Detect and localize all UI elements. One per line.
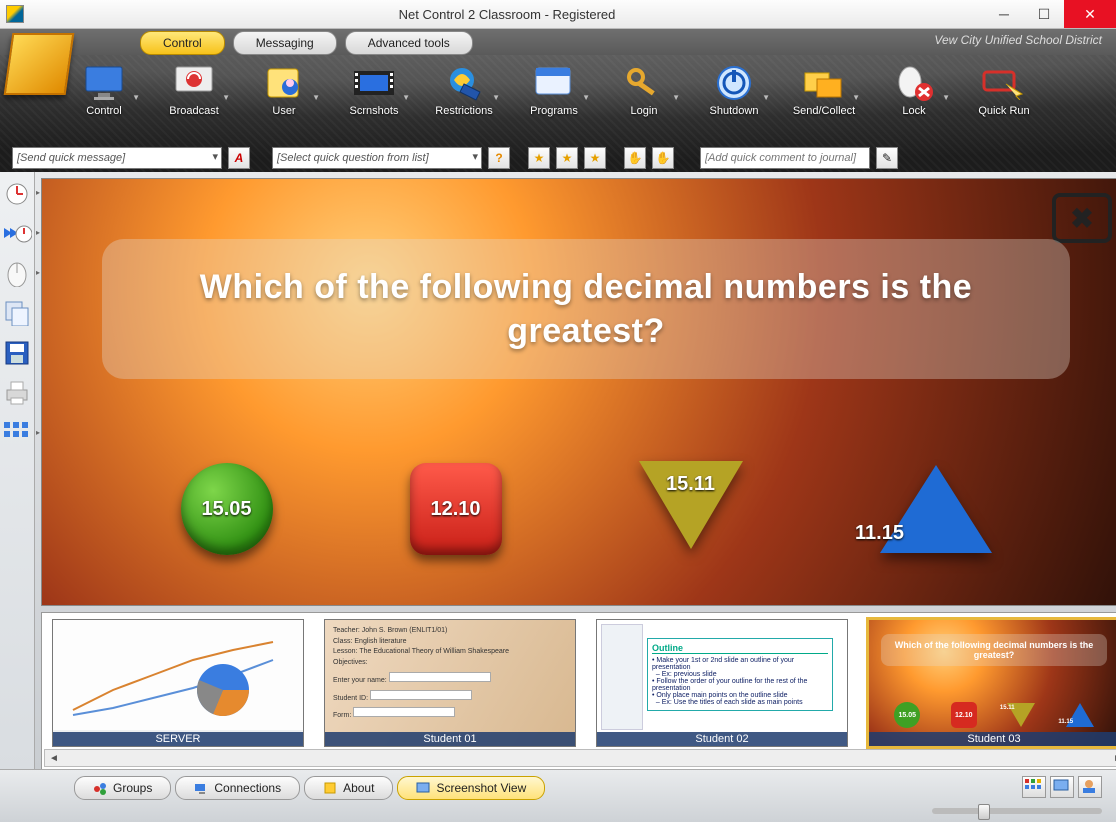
- tool-send-collect[interactable]: Send/Collect▼: [792, 63, 856, 117]
- user-icon: [262, 63, 306, 103]
- app-logo: [4, 33, 75, 95]
- screen-preview: ✖ Which of the following decimal numbers…: [41, 178, 1116, 606]
- tool-control[interactable]: Control▼: [72, 63, 136, 117]
- answer-d-triangle-up[interactable]: 11.15: [880, 465, 992, 553]
- side-save-icon[interactable]: [0, 338, 34, 368]
- answer-a-circle[interactable]: 15.05: [181, 463, 273, 555]
- quick-question-combo[interactable]: [Select quick question from list]: [272, 147, 482, 169]
- filmstrip-icon: [352, 63, 396, 103]
- side-fast-timer-icon[interactable]: ▸: [0, 218, 34, 248]
- side-print-icon[interactable]: [0, 378, 34, 408]
- broadcast-icon: [172, 63, 216, 103]
- side-toolbar: ▸ ▸ ▸ ▸: [0, 172, 35, 770]
- question-icon[interactable]: ?: [488, 147, 510, 169]
- side-copy-icon[interactable]: [0, 298, 34, 328]
- thumb-student-01[interactable]: Teacher: John S. Brown (ENLIT1/01) Class…: [324, 619, 576, 747]
- run-cursor-icon: [982, 63, 1026, 103]
- window-close-button[interactable]: ✕: [1064, 0, 1116, 28]
- answer-b-square[interactable]: 12.10: [410, 463, 502, 555]
- side-mouse-icon[interactable]: ▸: [0, 258, 34, 288]
- organization-name: Vew City Unified School District: [934, 33, 1102, 47]
- question-text: Which of the following decimal numbers i…: [102, 239, 1070, 379]
- tool-login[interactable]: Login▼: [612, 63, 676, 117]
- tool-user[interactable]: User▼: [252, 63, 316, 117]
- bottom-tab-groups[interactable]: Groups: [74, 776, 171, 800]
- bottom-bar: Groups Connections About Screenshot View: [0, 769, 1116, 822]
- tool-programs[interactable]: Programs▼: [522, 63, 586, 117]
- star-icon-3[interactable]: ★: [584, 147, 606, 169]
- window-minimize-button[interactable]: ─: [984, 0, 1024, 28]
- power-icon: [712, 63, 756, 103]
- screenshot-view-icon: [416, 781, 430, 795]
- star-icon-2[interactable]: ★: [556, 147, 578, 169]
- shield-ie-icon: [442, 63, 486, 103]
- journal-comment-input[interactable]: [700, 147, 870, 169]
- app-icon: [6, 5, 24, 23]
- zoom-slider[interactable]: [932, 808, 1102, 814]
- main-tabs: Control Messaging Advanced tools Vew Cit…: [0, 29, 1116, 55]
- thumb-label: Student 02: [597, 732, 847, 746]
- groups-icon: [93, 781, 107, 795]
- window-titlebar: Net Control 2 Classroom - Registered ─ ☐…: [0, 0, 1116, 29]
- answer-row: 15.05 12.10 15.11 11.15: [112, 461, 1060, 557]
- quick-bar: [Send quick message] A [Select quick que…: [12, 147, 1104, 169]
- thumb-label: SERVER: [53, 732, 303, 746]
- bottom-tab-about[interactable]: About: [304, 776, 393, 800]
- tab-advanced-tools[interactable]: Advanced tools: [345, 31, 473, 55]
- tool-screenshots[interactable]: Scrnshots▼: [342, 63, 406, 117]
- bottom-tab-screenshot-view[interactable]: Screenshot View: [397, 776, 545, 800]
- window-maximize-button[interactable]: ☐: [1024, 0, 1064, 28]
- tool-quick-run[interactable]: Quick Run: [972, 63, 1036, 117]
- quick-message-combo[interactable]: [Send quick message]: [12, 147, 222, 169]
- send-message-icon[interactable]: A: [228, 147, 250, 169]
- tool-restrictions[interactable]: Restrictions▼: [432, 63, 496, 117]
- slide-close-button[interactable]: ✖: [1052, 193, 1112, 243]
- mouse-lock-icon: [892, 63, 936, 103]
- connections-icon: [194, 781, 208, 795]
- window-title: Net Control 2 Classroom - Registered: [30, 7, 984, 22]
- view-mode-icon-2[interactable]: [1050, 776, 1074, 798]
- view-mode-icon-1[interactable]: [1022, 776, 1046, 798]
- thumbnail-scrollbar[interactable]: ◄►: [44, 749, 1116, 767]
- side-grid-icon[interactable]: ▸: [0, 418, 34, 448]
- window-icon: [532, 63, 576, 103]
- answer-c-triangle-down[interactable]: 15.11: [639, 461, 743, 557]
- view-mode-icon-3[interactable]: [1078, 776, 1102, 798]
- folders-icon: [802, 63, 846, 103]
- toolbar: Control▼ Broadcast▼ User▼ Scrnshots▼ Res…: [0, 55, 1116, 117]
- thumb-server[interactable]: SERVER: [52, 619, 304, 747]
- thumb-label: Student 01: [325, 732, 575, 746]
- pen-icon[interactable]: ✎: [876, 147, 898, 169]
- tab-messaging[interactable]: Messaging: [233, 31, 337, 55]
- keys-icon: [622, 63, 666, 103]
- thumb-label: Student 03: [869, 732, 1116, 746]
- about-icon: [323, 781, 337, 795]
- thumbnail-strip: SERVER Teacher: John S. Brown (ENLIT1/01…: [41, 612, 1116, 770]
- tool-broadcast[interactable]: Broadcast▼: [162, 63, 226, 117]
- star-icon-1[interactable]: ★: [528, 147, 550, 169]
- hand-icon-1[interactable]: ✋: [624, 147, 646, 169]
- side-timer-icon[interactable]: ▸: [0, 178, 34, 208]
- hand-icon-2[interactable]: ✋: [652, 147, 674, 169]
- bottom-tab-connections[interactable]: Connections: [175, 776, 300, 800]
- tool-shutdown[interactable]: Shutdown▼: [702, 63, 766, 117]
- thumb-student-03[interactable]: Which of the following decimal numbers i…: [868, 619, 1116, 747]
- chart-thumbnail-icon: [53, 620, 303, 730]
- thumb-student-02[interactable]: Outline • Make your 1st or 2nd slide an …: [596, 619, 848, 747]
- ribbon: Control▼ Broadcast▼ User▼ Scrnshots▼ Res…: [0, 55, 1116, 173]
- tool-lock[interactable]: Lock▼: [882, 63, 946, 117]
- monitor-icon: [82, 63, 126, 103]
- tab-control[interactable]: Control: [140, 31, 225, 55]
